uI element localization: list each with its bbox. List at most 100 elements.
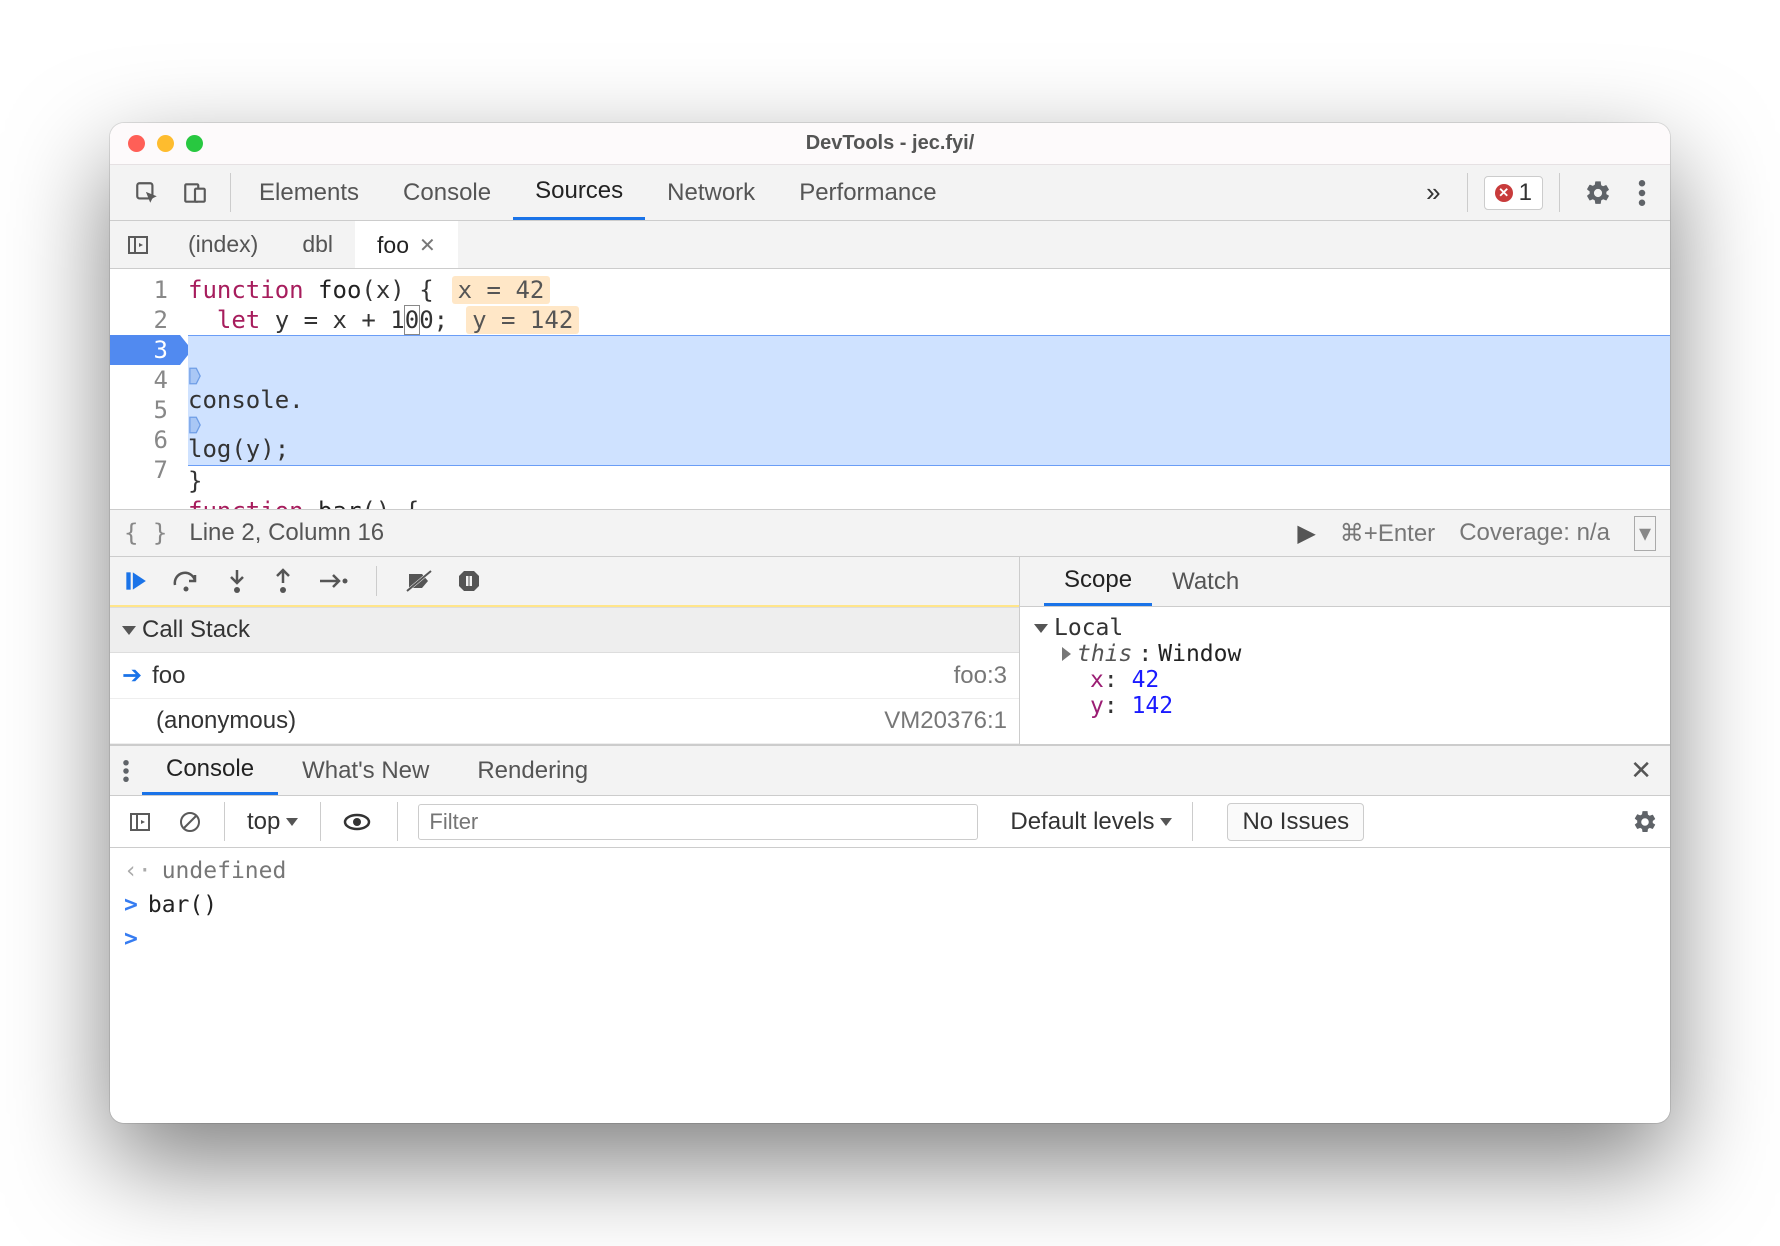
code-editor[interactable]: 1234567 function foo(x) {x = 42 let y = …: [110, 269, 1670, 509]
console-line-input: > bar(): [110, 888, 1670, 922]
inline-value-hint: y = 142: [466, 306, 579, 334]
clear-console-icon[interactable]: [172, 806, 208, 838]
line-number[interactable]: 3: [110, 335, 180, 365]
code-line[interactable]: let y = x + 100;y = 142: [188, 305, 1670, 335]
file-tab-dbl[interactable]: dbl: [280, 221, 355, 268]
drawer: ConsoleWhat's NewRendering ✕ top Default: [110, 745, 1670, 1123]
navigator-toggle-icon[interactable]: [120, 229, 156, 261]
drawer-tab-what-s-new[interactable]: What's New: [278, 746, 453, 795]
console-text: bar(): [148, 892, 217, 918]
step-into-icon[interactable]: [226, 568, 248, 594]
drawer-close-icon[interactable]: ✕: [1612, 746, 1670, 795]
settings-icon[interactable]: [1576, 179, 1620, 207]
close-window-button[interactable]: [128, 135, 145, 152]
live-expression-icon[interactable]: [337, 808, 377, 836]
code-line[interactable]: function foo(x) {x = 42: [188, 275, 1670, 305]
line-number[interactable]: 1: [110, 275, 168, 305]
file-tab-label: dbl: [302, 231, 333, 258]
file-tab-label: foo: [377, 232, 409, 259]
scope-body: Localthis: Windowx: 42y: 142: [1020, 607, 1670, 727]
issues-button[interactable]: No Issues: [1227, 803, 1364, 841]
code-line[interactable]: console.log(y);: [188, 335, 1670, 466]
variable-name: x: [1090, 667, 1104, 693]
current-frame-icon: ➔: [122, 661, 142, 690]
scope-variable[interactable]: this: Window: [1034, 641, 1656, 667]
coverage-label: Coverage: n/a: [1459, 519, 1610, 547]
close-icon[interactable]: ✕: [419, 233, 436, 258]
cursor-position: Line 2, Column 16: [189, 519, 384, 547]
code-line[interactable]: function bar() {: [188, 496, 1670, 509]
chevron-down-icon: [286, 818, 298, 826]
scope-variable[interactable]: y: 142: [1034, 693, 1656, 719]
step-icon[interactable]: [318, 570, 348, 592]
drawer-tab-rendering[interactable]: Rendering: [453, 746, 612, 795]
log-levels-selector[interactable]: Default levels: [1010, 808, 1172, 836]
error-count-badge[interactable]: ✕ 1: [1484, 176, 1543, 210]
tab-console[interactable]: Console: [381, 165, 513, 220]
line-number[interactable]: 7: [110, 455, 168, 485]
frame-location: VM20376:1: [884, 707, 1007, 735]
frame-location: foo:3: [954, 662, 1007, 690]
tab-sources[interactable]: Sources: [513, 165, 645, 220]
scope-variable[interactable]: x: 42: [1034, 667, 1656, 693]
console-output[interactable]: ‹·undefined > bar() >: [110, 848, 1670, 962]
debug-marker-icon: [188, 367, 1670, 385]
file-tab-index[interactable]: (index): [166, 221, 280, 268]
line-gutter[interactable]: 1234567: [110, 269, 180, 509]
scope-section-name: Local: [1054, 615, 1123, 641]
tab-watch[interactable]: Watch: [1152, 557, 1259, 606]
devtools-window: DevTools - jec.fyi/ ElementsConsoleSourc…: [110, 123, 1670, 1123]
more-menu-icon[interactable]: [1630, 180, 1654, 206]
file-tab-foo[interactable]: foo ✕: [355, 221, 458, 268]
console-filter-input[interactable]: [418, 804, 978, 840]
line-number[interactable]: 6: [110, 425, 168, 455]
chevron-down-icon: [1160, 818, 1172, 826]
call-stack-frame[interactable]: (anonymous)VM20376:1: [110, 699, 1019, 744]
input-caret-icon: >: [124, 926, 138, 952]
call-stack-header[interactable]: Call Stack: [110, 607, 1019, 653]
tab-network[interactable]: Network: [645, 165, 777, 220]
drawer-menu-icon[interactable]: [110, 746, 142, 795]
minimize-window-button[interactable]: [157, 135, 174, 152]
step-out-icon[interactable]: [272, 568, 294, 594]
drawer-tab-console[interactable]: Console: [142, 746, 278, 795]
collapse-icon: [1034, 624, 1048, 633]
execution-context-selector[interactable]: top: [241, 806, 304, 838]
call-stack-frame[interactable]: ➔foofoo:3: [110, 653, 1019, 699]
device-toolbar-icon[interactable]: [176, 176, 214, 210]
code-content[interactable]: function foo(x) {x = 42 let y = x + 100;…: [180, 269, 1670, 509]
execution-context-label: top: [247, 808, 280, 836]
code-line[interactable]: }: [188, 466, 1670, 496]
deactivate-breakpoints-icon[interactable]: [405, 569, 433, 593]
more-tabs-icon[interactable]: »: [1416, 177, 1450, 208]
console-line-prompt[interactable]: >: [110, 922, 1670, 956]
tab-elements[interactable]: Elements: [237, 165, 381, 220]
line-number[interactable]: 4: [110, 365, 168, 395]
input-caret-icon: >: [124, 892, 138, 918]
console-line-result: ‹·undefined: [110, 854, 1670, 888]
call-stack-list: ➔foofoo:3(anonymous)VM20376:1: [110, 653, 1019, 744]
console-sidebar-icon[interactable]: [122, 806, 158, 838]
expand-icon: [1062, 647, 1071, 661]
editor-status-bar: { } Line 2, Column 16 ▶ ⌘+Enter Coverage…: [110, 509, 1670, 557]
scope-section-header[interactable]: Local: [1034, 615, 1656, 641]
line-number[interactable]: 2: [110, 305, 168, 335]
step-over-icon[interactable]: [172, 568, 202, 594]
pretty-print-icon[interactable]: { }: [124, 519, 167, 547]
pause-exceptions-icon[interactable]: [457, 569, 481, 593]
call-stack-label: Call Stack: [142, 616, 250, 644]
variable-value: Window: [1158, 641, 1241, 667]
resume-icon[interactable]: [122, 568, 148, 594]
status-menu-icon[interactable]: ▾: [1634, 516, 1656, 551]
run-snippet-icon[interactable]: ▶: [1297, 519, 1315, 548]
error-icon: ✕: [1495, 184, 1513, 202]
traffic-lights: [110, 135, 203, 152]
tab-scope[interactable]: Scope: [1044, 557, 1152, 606]
line-number[interactable]: 5: [110, 395, 168, 425]
output-caret-icon: ‹·: [124, 858, 152, 884]
log-levels-label: Default levels: [1010, 808, 1154, 836]
zoom-window-button[interactable]: [186, 135, 203, 152]
tab-performance[interactable]: Performance: [777, 165, 958, 220]
inspect-element-icon[interactable]: [128, 176, 166, 210]
console-settings-icon[interactable]: [1632, 809, 1658, 835]
